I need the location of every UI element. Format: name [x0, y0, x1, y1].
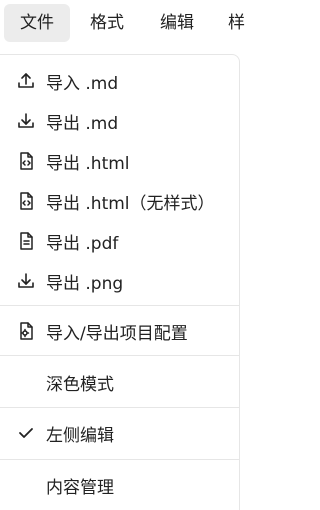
left-edit-label: 左侧编辑 [46, 425, 114, 446]
content-management-label: 内容管理 [46, 477, 114, 498]
menu-edit[interactable]: 编辑 [160, 4, 194, 42]
divider [0, 407, 239, 408]
upload-icon [16, 71, 36, 91]
menu-format[interactable]: 格式 [90, 4, 124, 42]
menu-style-cut[interactable]: 样 [228, 4, 245, 42]
export-html-unstyled-item[interactable]: 导出 .html（无样式） [0, 181, 239, 221]
import-md-item[interactable]: 导入 .md [0, 61, 239, 101]
menu-file[interactable]: 文件 [4, 4, 70, 42]
export-html-label: 导出 .html [46, 153, 130, 174]
export-html-unstyled-label: 导出 .html（无样式） [46, 193, 215, 214]
check-icon [16, 423, 36, 443]
export-md-label: 导出 .md [46, 113, 119, 134]
blank-icon-slot [16, 372, 36, 392]
code-file-icon [16, 151, 36, 171]
left-edit-item[interactable]: 左侧编辑 [0, 413, 239, 453]
import-export-config-item[interactable]: 导入/导出项目配置 [0, 311, 239, 351]
download-icon [16, 111, 36, 131]
divider [0, 355, 239, 356]
content-management-item[interactable]: 内容管理 [0, 465, 239, 505]
import-export-config-label: 导入/导出项目配置 [46, 323, 188, 344]
import-md-label: 导入 .md [46, 73, 119, 94]
download-icon [16, 271, 36, 291]
export-md-item[interactable]: 导出 .md [0, 101, 239, 141]
export-html-item[interactable]: 导出 .html [0, 141, 239, 181]
menu-bar: 文件 格式 编辑 样 [0, 0, 245, 48]
document-icon [16, 231, 36, 251]
settings-file-icon [16, 321, 36, 341]
blank-icon-slot [16, 475, 36, 495]
export-png-item[interactable]: 导出 .png [0, 261, 239, 301]
dark-mode-item[interactable]: 深色模式 [0, 362, 239, 402]
export-pdf-item[interactable]: 导出 .pdf [0, 221, 239, 261]
divider [0, 305, 239, 306]
export-png-label: 导出 .png [46, 273, 124, 294]
code-file-icon [16, 191, 36, 211]
export-pdf-label: 导出 .pdf [46, 233, 119, 254]
file-dropdown-menu: 导入 .md 导出 .md 导出 .html 导出 .html（无样式） 导出 … [0, 54, 240, 510]
divider [0, 459, 239, 460]
dark-mode-label: 深色模式 [46, 374, 114, 395]
